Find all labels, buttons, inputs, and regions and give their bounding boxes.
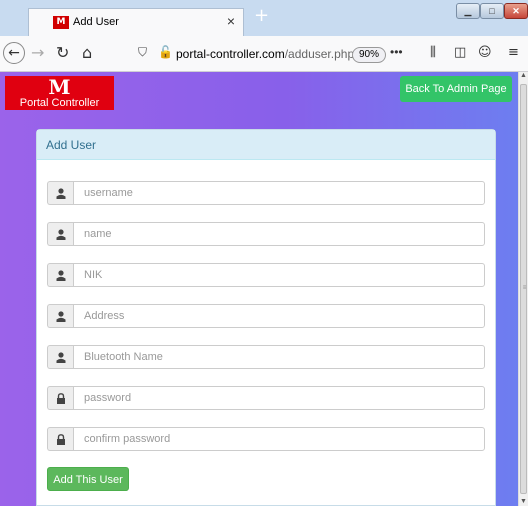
hamburger-menu-icon[interactable]: ≡ — [508, 45, 519, 60]
add-user-panel: Add User Add This User — [36, 129, 496, 506]
user-icon — [47, 345, 73, 369]
password-input[interactable] — [73, 386, 485, 410]
insecure-lock-icon[interactable]: 🔓 — [158, 45, 173, 59]
back-arrow-icon[interactable]: ← — [3, 42, 25, 64]
user-icon — [47, 304, 73, 328]
zoom-level[interactable]: 90% — [352, 47, 387, 63]
minimize-button[interactable]: ▁ — [456, 3, 480, 19]
scroll-thumb[interactable]: ≡ — [520, 84, 527, 494]
minimize-icon: ▁ — [464, 6, 472, 16]
address-input[interactable] — [73, 304, 485, 328]
page-content: M Portal Controller Back To Admin Page A… — [0, 72, 518, 506]
address-field — [47, 304, 485, 328]
lock-icon — [47, 386, 73, 410]
close-icon: ✕ — [512, 6, 520, 16]
portal-controller-logo: M Portal Controller — [5, 76, 114, 110]
lock-icon — [47, 427, 73, 451]
scroll-down-arrow-icon[interactable]: ▼ — [520, 498, 527, 505]
home-icon[interactable]: ⌂ — [82, 44, 92, 62]
url-text[interactable]: portal-controller.com/adduser.php — [176, 47, 354, 61]
maximize-icon: □ — [489, 6, 495, 16]
sidebar-icon[interactable]: ◫ — [454, 45, 466, 60]
add-this-user-button[interactable]: Add This User — [47, 467, 129, 491]
scroll-up-arrow-icon[interactable]: ▲ — [520, 72, 527, 79]
page-actions-menu[interactable]: ••• — [390, 45, 403, 59]
library-icon[interactable]: ⫼ — [430, 45, 436, 60]
close-window-button[interactable]: ✕ — [504, 3, 528, 19]
nik-input[interactable] — [73, 263, 485, 287]
bluetooth-name-input[interactable] — [73, 345, 485, 369]
user-icon — [47, 263, 73, 287]
new-tab-button[interactable]: + — [254, 7, 269, 25]
grip-icon: ≡ — [522, 285, 527, 291]
navigation-toolbar: ← → ↻ ⌂ ⛉ 🔓 portal-controller.com/adduse… — [0, 36, 528, 72]
reload-icon[interactable]: ↻ — [56, 44, 69, 62]
forward-arrow-icon[interactable]: → — [31, 44, 44, 62]
browser-tab[interactable]: M Add User × — [28, 8, 244, 36]
user-icon — [47, 181, 73, 205]
password-field — [47, 386, 485, 410]
user-icon — [47, 222, 73, 246]
bluetooth-name-field — [47, 345, 485, 369]
shield-icon[interactable]: ⛉ — [138, 45, 147, 60]
name-input[interactable] — [73, 222, 485, 246]
maximize-button[interactable]: □ — [480, 3, 504, 19]
address-bar[interactable]: ⛉ 🔓 portal-controller.com/adduser.php 90… — [130, 42, 410, 66]
name-field — [47, 222, 485, 246]
tab-title: Add User — [73, 16, 119, 28]
tab-close-icon[interactable]: × — [227, 13, 235, 29]
username-input[interactable] — [73, 181, 485, 205]
vertical-scrollbar[interactable]: ▲ ≡ ▼ — [518, 72, 528, 506]
nik-field — [47, 263, 485, 287]
username-field — [47, 181, 485, 205]
confirm-password-input[interactable] — [73, 427, 485, 451]
confirm-password-field — [47, 427, 485, 451]
favicon-icon: M — [53, 16, 69, 29]
panel-heading: Add User — [37, 130, 495, 160]
window-titlebar: M Add User × + ▁ □ ✕ — [0, 0, 528, 36]
account-icon[interactable]: ☺ — [478, 45, 492, 60]
back-to-admin-button[interactable]: Back To Admin Page — [400, 76, 512, 102]
